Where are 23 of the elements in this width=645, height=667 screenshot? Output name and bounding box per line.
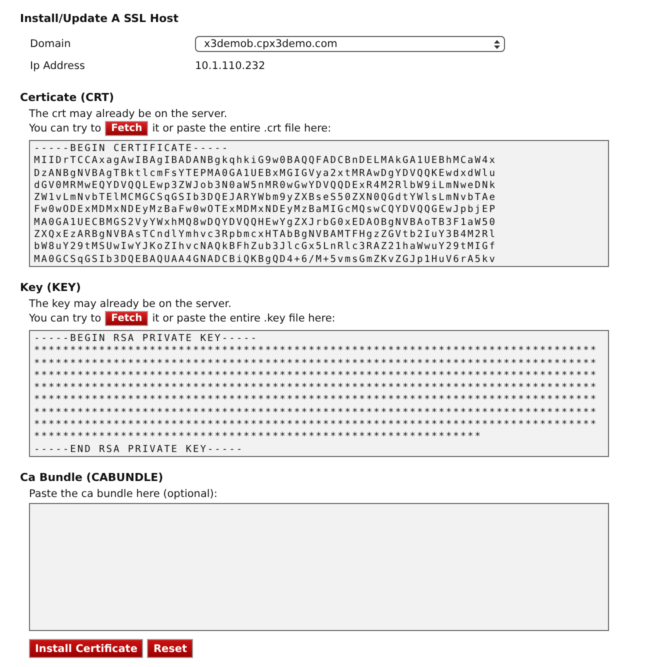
- stepper-icon: [494, 40, 500, 48]
- domain-select[interactable]: x3demob.cpx3demo.com: [195, 36, 505, 52]
- hint-text: The crt may already be on the server.: [29, 108, 228, 121]
- text-area[interactable]: -----BEGIN CERTIFICATE----- MIIDrTCCAxagAwIBAgIBADANBgkqhkiG9w0BAQQFADCBnDELMAkGA1UEBhMCaW4x DzANBgNVBAgTBktlcmFsYTEPMA0GA1UEBxMGIGVya2xtMRAwDgYDVQQKEwdxdWlu dGV0MRMwEQYDVQQLEwp3ZWJob3N0aW5nMR0wGwYDVQQDExR4M2RlbW9iLmNweDNk ZW1vLmNvbTElMCMGCSqGSIb3DQEJARYWbm9yZXBseS50ZXN0QGdtYWlsLmNvbTAe Fw0wODExMDMxNDEyMzBaFw0wOTExMDMxNDEyMzBaMIGcMQswCQYDVQQGEwJpbjEP MA0GA1UECBMGS2VyYWxhMQ8wDQYDVQQHEwYgZXJrbG0xEDAOBgNVBAoTB3F1aW50 ZXQxEzARBgNVBAsTCndlYmhvc3RpbmcxHTAbBgNVBAMTFHgzZGVtb2IuY3B4M2Rl bW8uY29tMSUwIwYJKoZIhvcNAQkBFhZub3JlcGx5LnRlc3RAZ21haWwuY29tMIGf MA0GCSqGSIb3DQEBAQUAA4GNADCBiQKBgQD4+6/M+5vmsGmZKvZGJp1HuV6rA5kv: [29, 140, 609, 267]
- hint-text: it or paste the entire .key file here:: [152, 312, 336, 324]
- page-title: Install/Update A SSL Host: [20, 12, 180, 25]
- section-heading: Certicate (CRT): [20, 91, 116, 104]
- hint-text: Paste the ca bundle here (optional):: [29, 488, 218, 501]
- section-heading: Key (KEY): [20, 281, 82, 294]
- text-area[interactable]: -----BEGIN RSA PRIVATE KEY----- ****************************************************************************** ****************************************************************************** ****************************************************************************** ****************************************************************************** ****************************************************************************** ****************************************************************************** ****************************************************************************** ************************************************************** -----END RSA PRIVATE KEY-----: [29, 330, 609, 457]
- fetch-button[interactable]: Fetch: [105, 121, 148, 136]
- ip-address-value: 10.1.110.232: [195, 60, 266, 72]
- fetch-button[interactable]: Fetch: [105, 311, 148, 326]
- field-label: Ip Address: [30, 60, 86, 72]
- section-heading: Ca Bundle (CABUNDLE): [20, 471, 164, 484]
- hint-text: it or paste the entire .crt file here:: [152, 122, 332, 134]
- install-button[interactable]: Install Certificate: [29, 639, 144, 658]
- text-area[interactable]: [29, 503, 609, 631]
- hint-text: You can try to: [29, 312, 102, 324]
- hint-text: The key may already be on the server.: [29, 298, 232, 311]
- field-label: Domain: [30, 38, 72, 50]
- reset-button[interactable]: Reset: [147, 639, 194, 658]
- hint-text: You can try to: [29, 122, 102, 134]
